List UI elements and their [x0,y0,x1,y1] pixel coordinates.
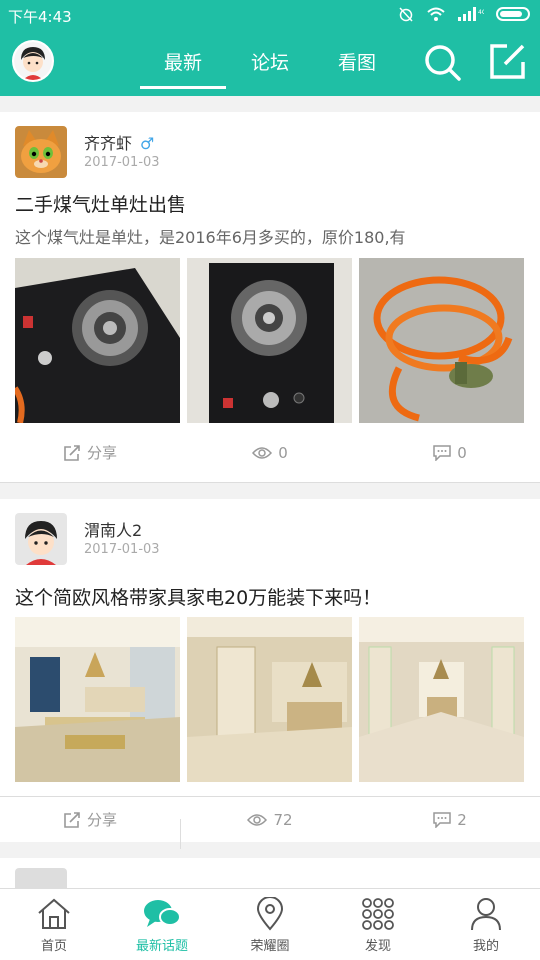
home-icon [38,898,70,929]
alarm-off-icon [399,7,413,22]
post-author-name[interactable]: 齐齐虾 ♂ [84,130,154,154]
post-feed: 齐齐虾 ♂ 2017-01-03 二手煤气灶单灶出售 这个煤气灶是单灶，是2016… [0,112,540,898]
nav-home-label: 首页 [40,939,67,954]
comment-count-value: 0 [457,443,467,462]
post-author-avatar[interactable] [15,126,67,178]
status-icons: 4G [398,6,530,22]
post-excerpt[interactable]: 这个煤气灶是单灶，是2016年6月多买的，原价180,有 [0,224,540,258]
male-gender-icon: ♂ [140,134,155,153]
post-title[interactable]: 二手煤气灶单灶出售 [0,186,540,224]
view-count: 0 [180,444,360,462]
nav-honor-circle[interactable]: 荣耀圈 [216,889,324,960]
nav-honor-circle-label: 荣耀圈 [250,939,290,954]
post-author-name[interactable]: 渭南人2 [84,517,142,541]
compose-icon[interactable] [487,42,527,82]
card-separator [0,842,540,858]
bottom-nav: 首页 最新话题 荣耀圈 发现 我的 [0,888,540,960]
eye-icon [252,446,273,459]
tab-latest[interactable]: 最新 [140,48,226,89]
post-image-living-room[interactable] [15,617,180,782]
post-image-stove-2[interactable] [187,258,352,423]
chat-bubbles-icon [144,900,181,927]
search-icon[interactable] [422,42,462,82]
status-bar: 下午4:43 4G [0,0,540,30]
post-author-avatar[interactable] [15,513,67,565]
post-date: 2017-01-03 [84,155,160,170]
app-root: 下午4:43 4G 最新 论坛 看图 齐齐虾♂ 201 [0,0,540,960]
tab-forum[interactable]: 论坛 [227,48,313,75]
post-actions: 分享 0 0 [0,423,540,483]
nav-latest-topics-label: 最新话题 [135,939,188,954]
post-image-gas-hose[interactable] [359,258,524,423]
view-count-value: 72 [273,810,293,829]
post-header: 齐齐虾 ♂ 2017-01-03 [0,112,540,186]
post-actions: 分享 72 2 [0,796,540,849]
post-date: 2017-01-03 [84,542,160,557]
share-icon [64,811,80,828]
wifi-icon [427,7,445,21]
view-count-value: 0 [278,443,288,462]
grid-dots-icon [362,898,394,930]
post-card[interactable]: 齐齐虾 ♂ 2017-01-03 二手煤气灶单灶出售 这个煤气灶是单灶，是2016… [0,112,540,483]
share-label: 分享 [86,811,117,829]
post-image-hallway[interactable] [359,617,524,782]
share-icon [64,444,80,461]
share-button[interactable]: 分享 [0,442,180,463]
tab-pictures[interactable]: 看图 [314,48,400,75]
post-title[interactable]: 这个简欧风格带家具家电20万能装下来吗！ [0,579,540,617]
user-icon [471,898,501,931]
author-name-text: 齐齐虾 [84,134,133,153]
comment-button[interactable]: 2 [360,811,540,829]
nav-home[interactable]: 首页 [0,889,108,960]
nav-mine-label: 我的 [472,939,499,954]
comment-count-value: 2 [457,810,467,829]
top-nav: 最新 论坛 看图 [0,30,540,96]
eye-icon [247,813,268,826]
location-pin-icon [256,897,284,931]
nav-discover[interactable]: 发现 [324,889,432,960]
nav-mine[interactable]: 我的 [432,889,540,960]
status-time: 下午4:43 [8,8,72,26]
card-separator [0,483,540,499]
author-name-text: 渭南人2 [84,521,143,540]
post-images [0,258,540,423]
share-button[interactable]: 分享 [0,809,180,830]
view-count: 72 [180,810,360,849]
nav-latest-topics[interactable]: 最新话题 [108,889,216,960]
comment-icon [433,811,451,828]
nav-discover-label: 发现 [364,939,391,954]
comment-icon [433,444,451,461]
svg-text:4G: 4G [478,9,484,16]
post-image-stove-1[interactable] [15,258,180,423]
post-image-dining-room[interactable] [187,617,352,782]
share-label: 分享 [86,444,117,462]
action-divider [180,818,181,849]
comment-button[interactable]: 0 [360,444,540,462]
battery-icon [496,7,530,21]
post-card[interactable]: 渭南人2 2017-01-03 这个简欧风格带家具家电20万能装下来吗！ 分享 … [0,499,540,849]
signal-icon: 4G [458,7,484,21]
post-header: 渭南人2 2017-01-03 [0,499,540,579]
post-images [0,617,540,782]
user-avatar-button[interactable] [12,40,54,82]
